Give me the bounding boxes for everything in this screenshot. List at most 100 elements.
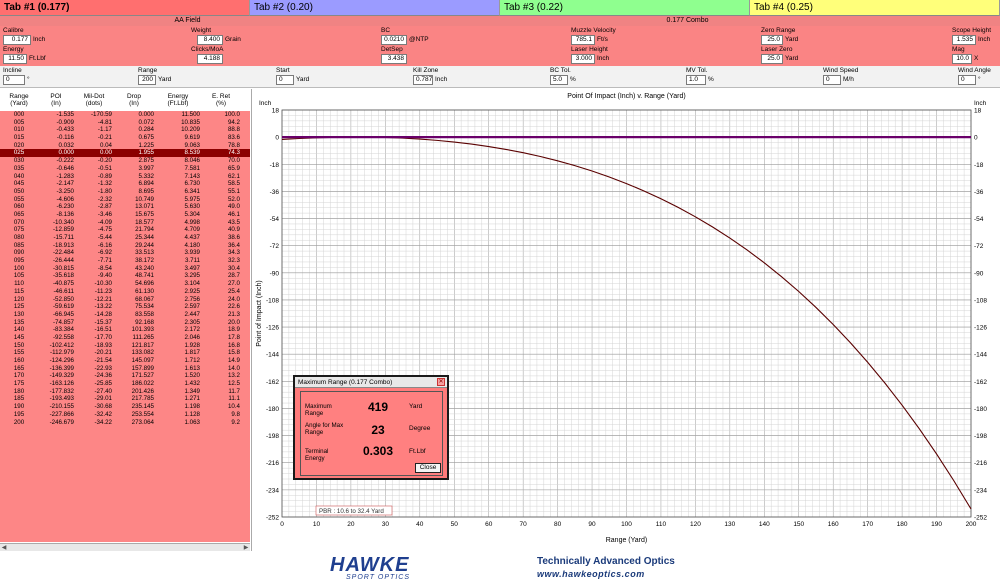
laser-zero-field[interactable]: 25.0 bbox=[761, 54, 783, 64]
zero-range-field[interactable]: 25.0 bbox=[761, 35, 783, 45]
laser-height-field[interactable]: 3.000 bbox=[571, 54, 595, 64]
table-row[interactable]: 045 -2.147 -1.32 6.894 6.730 58.5 bbox=[0, 180, 250, 188]
tab-4[interactable]: Tab #4 (0.25) bbox=[750, 0, 1000, 16]
table-row[interactable]: 065 -8.136 -3.46 15.675 5.304 46.1 bbox=[0, 211, 250, 219]
table-cell: -4.75 bbox=[97, 226, 112, 234]
table-row[interactable]: 000 -1.535 -170.59 0.000 11.500 100.0 bbox=[0, 111, 250, 119]
table-row[interactable]: 050 -3.250 -1.80 8.695 6.341 55.1 bbox=[0, 188, 250, 196]
table-row[interactable]: 030 -0.222 -0.20 2.875 8.046 70.0 bbox=[0, 157, 250, 165]
table-row[interactable]: 060 -6.230 -2.87 13.071 5.630 49.0 bbox=[0, 203, 250, 211]
table-row[interactable]: 100 -30.815 -8.54 43.240 3.497 30.4 bbox=[0, 265, 250, 273]
table-cell: 180 bbox=[13, 387, 25, 395]
scope-height-field[interactable]: 1.535 bbox=[952, 35, 976, 45]
website-link[interactable]: www.hawkeoptics.com bbox=[537, 569, 645, 579]
table-row[interactable]: 200 -246.679 -34.22 273.064 1.063 9.2 bbox=[0, 419, 250, 427]
table-row[interactable]: 005 -0.909 -4.81 0.072 10.835 94.2 bbox=[0, 119, 250, 127]
col-mil-dot[interactable]: Mil-Dot (dots) bbox=[76, 89, 114, 111]
table-row[interactable]: 070 -10.340 -4.09 18.577 4.998 43.5 bbox=[0, 219, 250, 227]
table-cell: 74.3 bbox=[227, 149, 240, 157]
tab-2[interactable]: Tab #2 (0.20) bbox=[250, 0, 500, 16]
table-row[interactable]: 075 -12.859 -4.75 21.794 4.709 40.9 bbox=[0, 226, 250, 234]
y-tick-label-left: -252 bbox=[266, 515, 279, 522]
table-cell: 14.0 bbox=[227, 364, 240, 372]
table-row[interactable]: 035 -0.646 -0.51 3.997 7.581 65.9 bbox=[0, 165, 250, 173]
table-row[interactable]: 160 -124.296 -21.54 145.097 1.712 14.9 bbox=[0, 357, 250, 365]
table-cell: -1.80 bbox=[97, 187, 112, 195]
detsep-field[interactable]: 3.438 bbox=[381, 54, 407, 64]
clicks-moa-field[interactable]: 4.188 bbox=[197, 54, 223, 64]
table-row[interactable]: 055 -4.606 -2.32 10.749 5.975 52.0 bbox=[0, 196, 250, 204]
start-field[interactable]: 0 bbox=[276, 75, 294, 85]
table-row[interactable]: 120 -52.850 -12.21 68.067 2.756 24.0 bbox=[0, 296, 250, 304]
horizontal-scrollbar[interactable]: ◀ ▶ bbox=[0, 543, 250, 551]
table-row[interactable]: 115 -46.611 -11.23 61.130 2.925 25.4 bbox=[0, 288, 250, 296]
y-tick-label-left: -90 bbox=[270, 270, 280, 277]
weight-field[interactable]: 8.400 bbox=[197, 35, 223, 45]
incline-label: Incline bbox=[3, 67, 22, 74]
table-row[interactable]: 015 -0.116 -0.21 0.675 9.619 83.6 bbox=[0, 134, 250, 142]
table-row[interactable]: 145 -92.558 -17.70 111.265 2.046 17.8 bbox=[0, 334, 250, 342]
table-row[interactable]: 190 -210.155 -30.68 235.145 1.198 10.4 bbox=[0, 403, 250, 411]
tab-3[interactable]: Tab #3 (0.22) bbox=[500, 0, 750, 16]
y-tick-label-right: -180 bbox=[974, 406, 987, 413]
wind-angle-field[interactable]: 0 bbox=[958, 75, 976, 85]
table-row[interactable]: 020 0.032 0.04 1.225 9.063 78.8 bbox=[0, 142, 250, 150]
table-cell: 1.349 bbox=[184, 387, 200, 395]
table-cell: 68.067 bbox=[135, 295, 154, 303]
table-cell: -4.81 bbox=[97, 118, 112, 126]
table-row[interactable]: 135 -74.857 -15.37 92.168 2.305 20.0 bbox=[0, 319, 250, 327]
bc-label: BC bbox=[381, 27, 391, 34]
kill-zone-field[interactable]: 0.787 bbox=[413, 75, 433, 85]
table-row[interactable]: 125 -59.619 -13.22 75.534 2.597 22.6 bbox=[0, 303, 250, 311]
table-row[interactable]: 170 -149.329 -24.36 171.527 1.520 13.2 bbox=[0, 372, 250, 380]
mv-tol-field[interactable]: 1.0 bbox=[686, 75, 706, 85]
table-row[interactable]: 085 -18.913 -6.16 29.244 4.180 36.4 bbox=[0, 242, 250, 250]
table-cell: -30.815 bbox=[53, 264, 74, 272]
col-poi[interactable]: POI (In) bbox=[38, 89, 76, 111]
range-field[interactable]: 200 bbox=[138, 75, 156, 85]
col-energy[interactable]: Energy (Ft.Lbf) bbox=[156, 89, 202, 111]
col-eret[interactable]: E. Ret (%) bbox=[202, 89, 246, 111]
table-cell: 3.497 bbox=[184, 264, 200, 272]
wind-speed-field[interactable]: 0 bbox=[823, 75, 841, 85]
bc-field[interactable]: 0.0210 bbox=[381, 35, 407, 45]
mag-field[interactable]: 10.0 bbox=[952, 54, 972, 64]
table-row[interactable]: 110 -40.875 -10.30 54.696 3.104 27.0 bbox=[0, 280, 250, 288]
table-row[interactable]: 025 0.000 0.00 1.955 8.539 74.3 bbox=[0, 149, 250, 158]
table-cell: -136.399 bbox=[49, 364, 74, 372]
close-button[interactable]: Close bbox=[415, 463, 441, 473]
table-row[interactable]: 175 -163.126 -25.85 186.022 1.432 12.5 bbox=[0, 380, 250, 388]
col-drop[interactable]: Drop (In) bbox=[114, 89, 156, 111]
calibre-field[interactable]: 0.177 bbox=[3, 35, 31, 45]
table-cell: 130 bbox=[13, 310, 25, 318]
table-cell: -8.136 bbox=[56, 210, 74, 218]
muzzle-velocity-field[interactable]: 785.1 bbox=[571, 35, 595, 45]
table-cell: 125 bbox=[13, 303, 25, 311]
table-row[interactable]: 010 -0.433 -1.17 0.284 10.209 88.8 bbox=[0, 126, 250, 134]
bc-tol-field[interactable]: 5.0 bbox=[550, 75, 568, 85]
table-row[interactable]: 150 -102.412 -18.93 121.817 1.928 16.8 bbox=[0, 342, 250, 350]
table-row[interactable]: 165 -136.399 -22.93 157.899 1.613 14.0 bbox=[0, 365, 250, 373]
tab-1[interactable]: Tab #1 (0.177) bbox=[0, 0, 250, 16]
table-row[interactable]: 195 -227.866 -32.42 253.554 1.128 9.8 bbox=[0, 411, 250, 419]
col-range[interactable]: Range (Yard) bbox=[0, 89, 38, 111]
table-row[interactable]: 180 -177.832 -27.40 201.426 1.349 11.7 bbox=[0, 388, 250, 396]
table-row[interactable]: 080 -15.711 -5.44 25.344 4.437 38.6 bbox=[0, 234, 250, 242]
table-row[interactable]: 095 -26.444 -7.71 38.172 3.711 32.3 bbox=[0, 257, 250, 265]
x-tick-label: 10 bbox=[313, 521, 321, 528]
table-row[interactable]: 185 -193.493 -29.01 217.785 1.271 11.1 bbox=[0, 395, 250, 403]
table-row[interactable]: 140 -83.384 -16.51 101.393 2.172 18.9 bbox=[0, 326, 250, 334]
table-row[interactable]: 105 -35.618 -9.40 48.741 3.295 28.7 bbox=[0, 272, 250, 280]
table-cell: 5.630 bbox=[184, 203, 200, 211]
table-row[interactable]: 090 -22.484 -6.92 33.513 3.939 34.3 bbox=[0, 249, 250, 257]
incline-field[interactable]: 0 bbox=[3, 75, 25, 85]
table-cell: 253.554 bbox=[131, 410, 154, 418]
table-row[interactable]: 040 -1.283 -0.89 5.332 7.143 62.1 bbox=[0, 173, 250, 181]
table-cell: 045 bbox=[13, 180, 25, 188]
table-row[interactable]: 155 -112.979 -20.21 133.082 1.817 15.8 bbox=[0, 349, 250, 357]
energy-field[interactable]: 11.50 bbox=[3, 54, 27, 64]
close-icon[interactable]: ✕ bbox=[437, 378, 445, 386]
table-cell: -10.340 bbox=[53, 218, 74, 226]
table-cell: 105 bbox=[13, 272, 25, 280]
table-row[interactable]: 130 -66.945 -14.28 83.558 2.447 21.3 bbox=[0, 311, 250, 319]
